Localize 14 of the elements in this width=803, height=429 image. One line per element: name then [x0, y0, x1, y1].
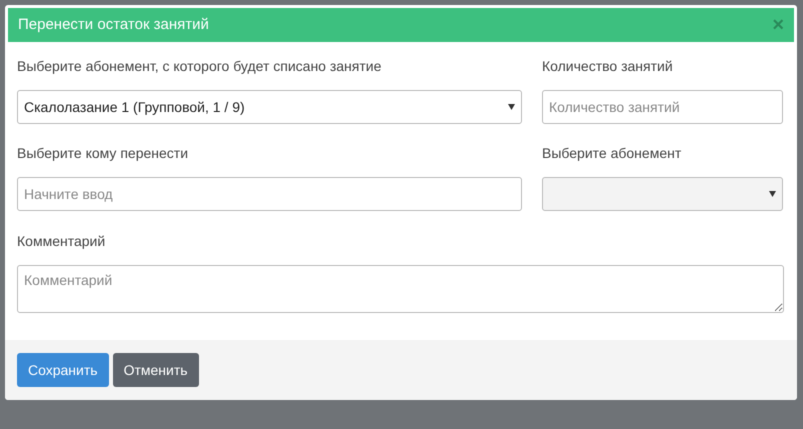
input-field[interactable]: Количество занятий — [542, 90, 783, 124]
field-label: Выберите кому перенести — [17, 144, 188, 164]
comment-field[interactable]: Комментарий — [17, 264, 784, 313]
field-label: Комментарий — [17, 232, 106, 251]
field-label: Количество занятий — [542, 57, 673, 76]
save-button[interactable]: Сохранить — [17, 353, 109, 387]
input-field[interactable]: Начните ввод — [17, 177, 522, 212]
modal-title: Перенести остаток занятий — [18, 14, 209, 35]
caret-icon — [508, 104, 515, 110]
caret-icon — [769, 191, 776, 198]
cancel-button[interactable]: Отменить — [112, 353, 199, 387]
dropdown[interactable]: Скалолазание 1 (Групповой, 1 / 9) — [17, 90, 522, 124]
field-label: Выберите абонемент, с которого будет списано занятие — [17, 57, 382, 76]
field-label: Выберите абонемент — [542, 144, 682, 164]
